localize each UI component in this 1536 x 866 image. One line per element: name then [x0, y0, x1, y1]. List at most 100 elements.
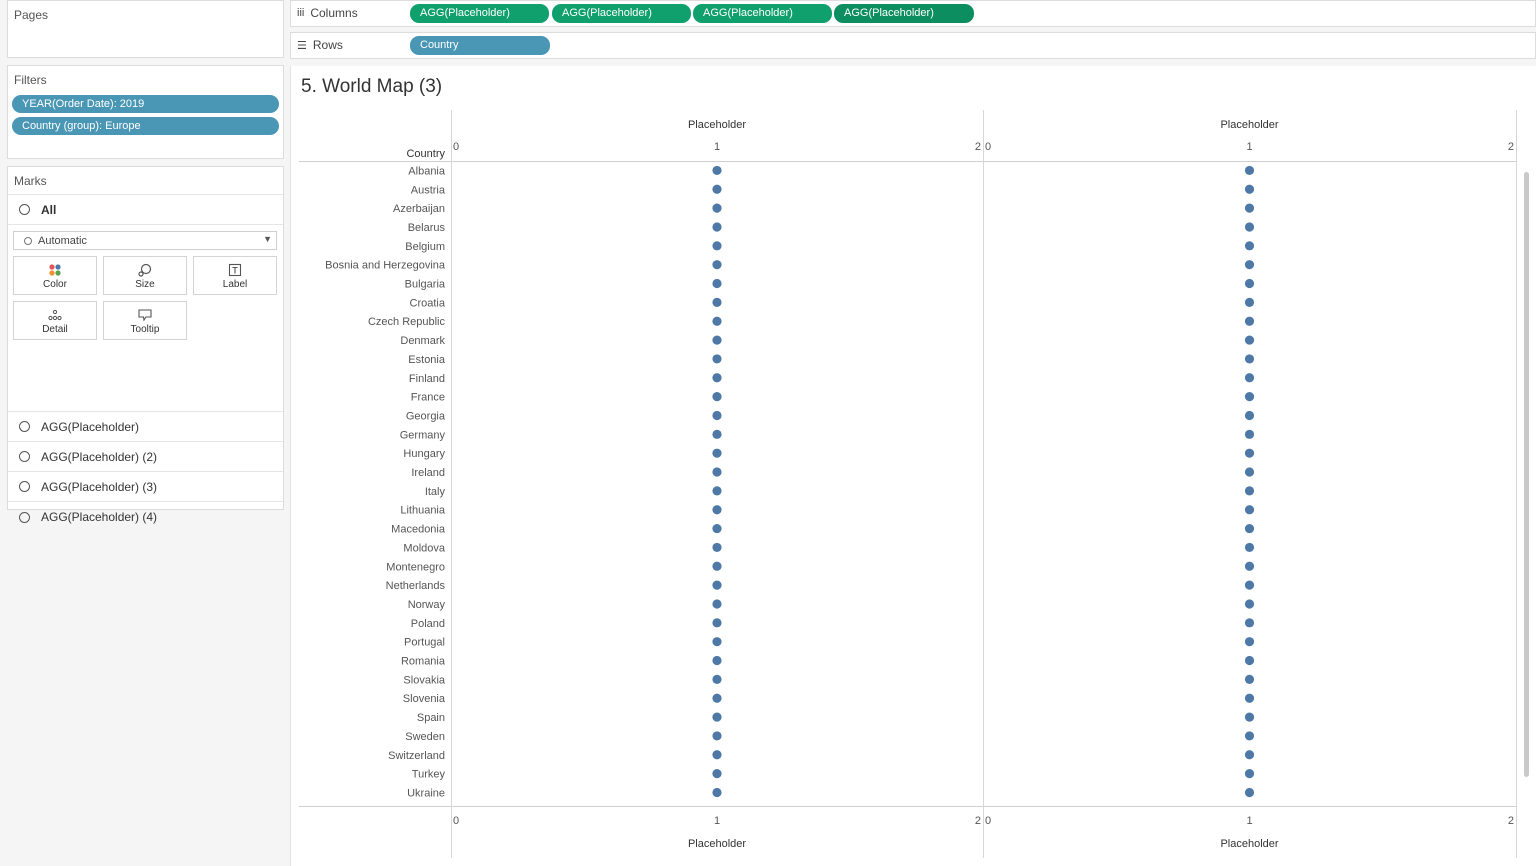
tick-label-top: 1 [1246, 141, 1252, 153]
row-label: Slovakia [403, 674, 445, 686]
data-point [712, 297, 722, 307]
row-label: Moldova [403, 542, 445, 554]
row-label: Poland [411, 618, 445, 630]
data-point [1244, 392, 1255, 402]
data-point [712, 637, 722, 647]
tick-label-top: 2 [1508, 141, 1514, 153]
row-label: Belarus [408, 222, 446, 234]
tick-label-bottom: 1 [714, 815, 720, 827]
data-point [712, 561, 722, 571]
axis-title-bottom: Placeholder [1220, 838, 1278, 850]
data-point [712, 674, 722, 684]
data-point [1244, 316, 1255, 326]
tick-label-bottom: 0 [453, 815, 459, 827]
data-point [712, 335, 722, 345]
data-point [1244, 750, 1255, 760]
row-label: Estonia [408, 354, 446, 366]
data-point [712, 354, 722, 364]
row-label: Denmark [400, 335, 445, 347]
row-label: Bulgaria [405, 279, 446, 291]
data-point [1244, 542, 1255, 553]
row-label: Netherlands [386, 580, 446, 592]
row-label: Ireland [411, 467, 445, 479]
row-label: Portugal [404, 637, 445, 649]
data-point [1244, 637, 1255, 647]
data-point [1244, 505, 1255, 515]
data-point [712, 278, 722, 289]
data-point [712, 241, 722, 251]
chart-svg: Country Albania Austria Azerbaijan Belarus Be… [299, 110, 1517, 858]
data-point [712, 769, 722, 779]
data-point [712, 787, 722, 798]
data-point [1244, 184, 1255, 194]
data-point [712, 542, 722, 553]
data-point [712, 410, 722, 421]
data-point [1244, 165, 1255, 176]
tick-label-top: 0 [985, 141, 991, 153]
row-label: Finland [409, 373, 445, 385]
data-point [1244, 241, 1255, 251]
data-point [712, 184, 722, 194]
row-label: Bosnia and Herzegovina [325, 260, 446, 272]
data-point [712, 505, 722, 515]
data-point [1244, 373, 1255, 383]
data-point [712, 712, 722, 722]
data-point [1244, 580, 1255, 590]
row-label: Germany [400, 429, 446, 441]
data-point [712, 316, 722, 326]
data-point [712, 618, 722, 628]
data-point [1244, 222, 1255, 232]
data-point [712, 429, 722, 439]
data-point [712, 203, 722, 213]
row-label: Georgia [406, 410, 446, 422]
axis-title-bottom: Placeholder [688, 838, 746, 850]
data-point [712, 222, 722, 232]
row-label: Belgium [405, 241, 445, 253]
vertical-scrollbar[interactable] [1524, 172, 1529, 777]
row-label: Ukraine [407, 787, 445, 799]
row-label: Macedonia [391, 524, 446, 536]
data-point [712, 750, 722, 760]
row-header-label: Country [406, 148, 445, 160]
data-point [1244, 674, 1255, 684]
data-point [712, 693, 722, 703]
data-point [1244, 787, 1255, 798]
row-label: Norway [408, 599, 446, 611]
data-point [1244, 618, 1255, 628]
row-label: France [411, 392, 445, 404]
tick-label-bottom: 2 [1508, 815, 1514, 827]
data-point [712, 165, 722, 176]
row-label: Italy [425, 486, 446, 498]
data-point [712, 260, 722, 270]
data-point [1244, 278, 1255, 289]
tick-label-bottom: 2 [975, 815, 981, 827]
row-label: Romania [401, 656, 446, 668]
row-label: Azerbaijan [393, 203, 445, 215]
data-point [1244, 731, 1255, 741]
row-label: Albania [408, 165, 446, 177]
tick-label-top: 1 [714, 141, 720, 153]
data-point [1244, 523, 1255, 534]
data-point [1244, 712, 1255, 722]
row-label: Slovenia [403, 693, 446, 705]
data-point [712, 486, 722, 496]
row-label: Czech Republic [368, 316, 446, 328]
axis-title-top: Placeholder [688, 119, 746, 131]
data-point [1244, 599, 1255, 609]
row-label: Austria [411, 184, 446, 196]
data-point [712, 580, 722, 590]
row-label: Sweden [405, 731, 445, 743]
data-point [1244, 467, 1255, 477]
row-label: Lithuania [400, 505, 446, 517]
tick-label-bottom: 0 [985, 815, 991, 827]
row-label: Spain [417, 712, 445, 724]
data-point [1244, 655, 1255, 666]
data-point [712, 392, 722, 402]
data-point [712, 655, 722, 666]
data-point [1244, 335, 1255, 345]
tick-label-top: 0 [453, 141, 459, 153]
data-point [712, 599, 722, 609]
row-label: Montenegro [386, 561, 445, 573]
row-label: Hungary [403, 448, 445, 460]
data-point [1244, 693, 1255, 703]
